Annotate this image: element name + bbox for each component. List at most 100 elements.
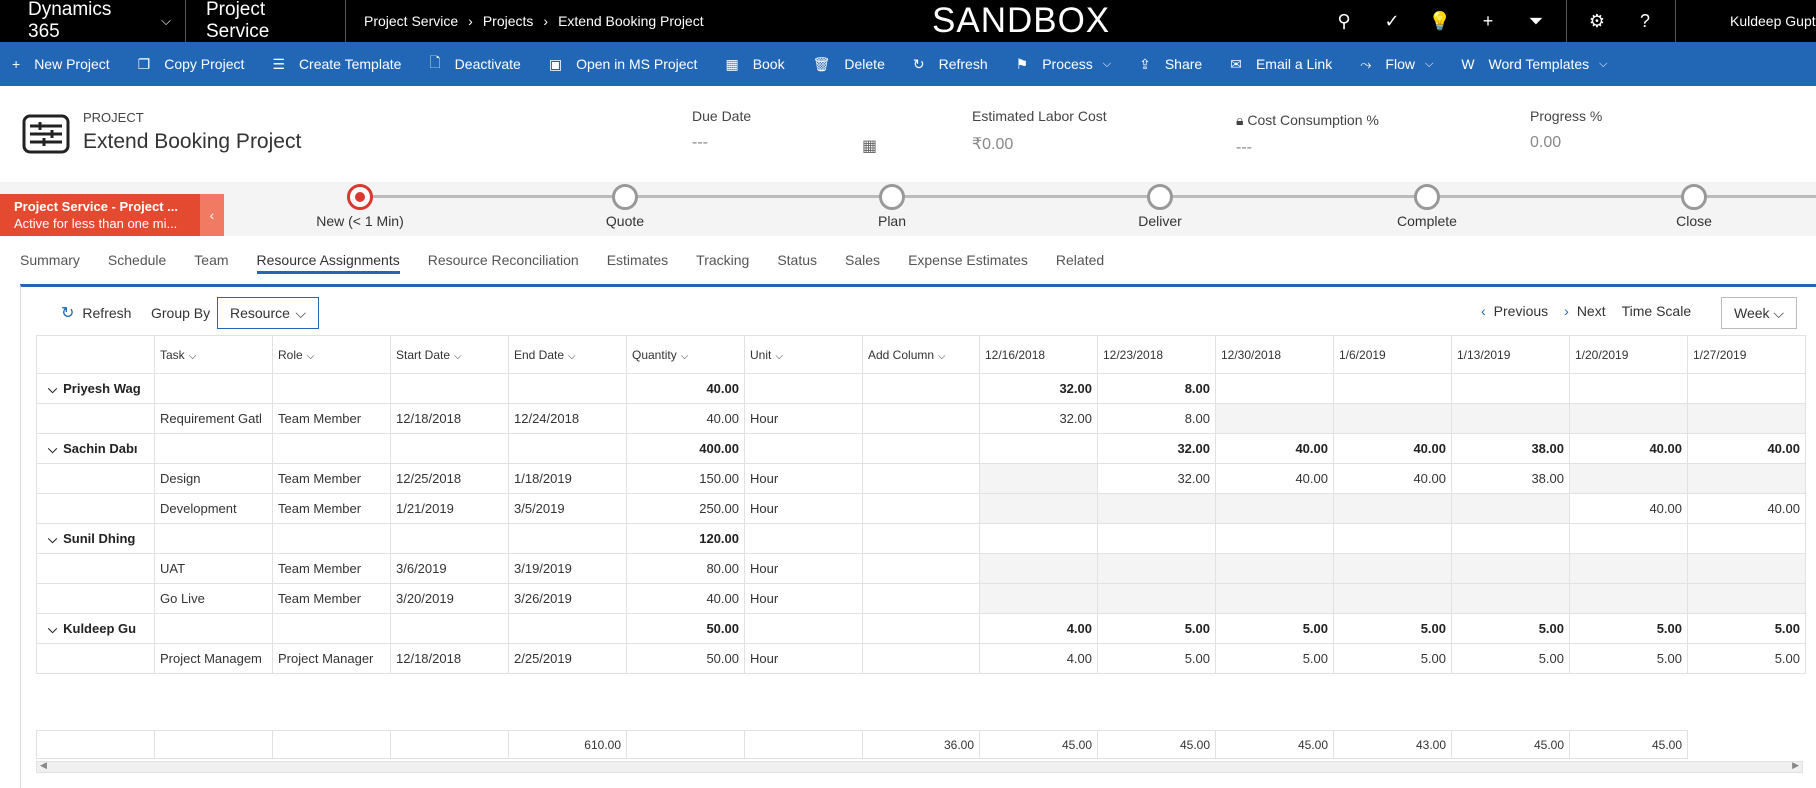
tab-schedule[interactable]: Schedule: [108, 244, 166, 276]
chevron-left-icon[interactable]: ‹: [200, 194, 224, 236]
task-row[interactable]: UAT Team Member 3/6/2019 3/19/2019 80.00 Hour: [36, 553, 1806, 584]
gear-icon[interactable]: ⚙: [1573, 11, 1621, 32]
chevron-down-icon[interactable]: ⌵: [48, 532, 57, 547]
unit-cell[interactable]: Hour: [744, 403, 863, 434]
tab-tracking[interactable]: Tracking: [696, 244, 749, 276]
end-date-cell[interactable]: 12/24/2018: [508, 403, 627, 434]
tab-team[interactable]: Team: [194, 244, 228, 276]
quantity-column-header[interactable]: Quantity ⌵: [626, 335, 745, 374]
resource-name-cell[interactable]: ⌵ Priyesh Wag: [36, 373, 155, 404]
week-hours-cell[interactable]: 40.00: [1569, 493, 1688, 524]
unit-column-header[interactable]: Unit ⌵: [744, 335, 863, 374]
stage-close[interactable]: Close: [1624, 182, 1764, 229]
week-hours-cell[interactable]: [1333, 403, 1452, 434]
task-cell[interactable]: Requirement Gatl: [154, 403, 273, 434]
end-date-cell[interactable]: 3/5/2019: [508, 493, 627, 524]
resource-name-cell[interactable]: ⌵ Sunil Dhing: [36, 523, 155, 554]
week-hours-cell[interactable]: [1215, 403, 1334, 434]
chevron-down-icon[interactable]: ⌵: [48, 382, 57, 397]
quantity-cell[interactable]: 250.00: [626, 493, 745, 524]
process-flyout[interactable]: Project Service - Project ... Active for…: [0, 194, 200, 236]
task-cell[interactable]: UAT: [154, 553, 273, 584]
task-cell[interactable]: Project Managem: [154, 643, 273, 674]
start-date-cell[interactable]: 12/25/2018: [390, 463, 509, 494]
scroll-left-icon[interactable]: ◀: [40, 760, 47, 771]
week-hours-cell[interactable]: 5.00: [1215, 643, 1334, 674]
process-button[interactable]: ⚑ Process ⌵: [1016, 56, 1111, 73]
week-hours-cell[interactable]: [979, 463, 1098, 494]
start-date-cell[interactable]: 3/6/2019: [390, 553, 509, 584]
calendar-icon[interactable]: ▦: [862, 136, 877, 156]
open-in-ms-project-button[interactable]: ▣ Open in MS Project: [549, 56, 698, 73]
task-row[interactable]: Project Managem Project Manager 12/18/2018…: [36, 643, 1806, 674]
week-hours-cell[interactable]: [979, 493, 1098, 524]
scroll-right-icon[interactable]: ▶: [1792, 760, 1799, 771]
role-cell[interactable]: Team Member: [272, 403, 391, 434]
add-column-header[interactable]: Add Column ⌵: [862, 335, 980, 374]
new-project-button[interactable]: + New Project: [12, 56, 110, 72]
task-cell[interactable]: Design: [154, 463, 273, 494]
role-cell[interactable]: Team Member: [272, 583, 391, 614]
lightbulb-icon[interactable]: 💡: [1416, 11, 1464, 32]
week-hours-cell[interactable]: [1451, 493, 1570, 524]
share-button[interactable]: ⇪ Share: [1139, 56, 1202, 73]
delete-button[interactable]: 🗑 Delete: [813, 56, 885, 73]
week-hours-cell[interactable]: [1333, 553, 1452, 584]
breadcrumb-item[interactable]: Projects: [483, 13, 534, 29]
stage-complete[interactable]: Complete: [1357, 182, 1497, 229]
due-date-field[interactable]: Due Date --- ▦: [692, 108, 882, 155]
quantity-cell[interactable]: 40.00: [626, 583, 745, 614]
week-hours-cell[interactable]: [979, 583, 1098, 614]
week-hours-cell[interactable]: 32.00: [1097, 463, 1216, 494]
week-hours-cell[interactable]: [1097, 553, 1216, 584]
word-templates-button[interactable]: W Word Templates ⌵: [1461, 56, 1607, 72]
task-row[interactable]: Design Team Member 12/25/2018 1/18/2019 150.…: [36, 463, 1806, 494]
role-cell[interactable]: Team Member: [272, 493, 391, 524]
tab-estimates[interactable]: Estimates: [607, 244, 668, 276]
week-hours-cell[interactable]: [1687, 403, 1806, 434]
week-hours-cell[interactable]: [1687, 463, 1806, 494]
tab-related[interactable]: Related: [1056, 244, 1104, 276]
task-check-icon[interactable]: ✓: [1368, 11, 1416, 32]
week-hours-cell[interactable]: [1451, 553, 1570, 584]
quantity-cell[interactable]: 150.00: [626, 463, 745, 494]
chevron-down-icon[interactable]: ⌵: [48, 442, 57, 457]
quantity-cell[interactable]: 40.00: [626, 403, 745, 434]
resource-group-row[interactable]: ⌵ Sachin Dabı 400.00 32.00 40.00 40.00 38.00 40…: [36, 433, 1806, 464]
week-hours-cell[interactable]: [1097, 583, 1216, 614]
grid-refresh-button[interactable]: ↻ Refresh: [61, 303, 131, 323]
unit-cell[interactable]: Hour: [744, 493, 863, 524]
unit-cell[interactable]: Hour: [744, 583, 863, 614]
end-date-cell[interactable]: 1/18/2019: [508, 463, 627, 494]
week-hours-cell[interactable]: 5.00: [1097, 643, 1216, 674]
role-cell[interactable]: Project Manager: [272, 643, 391, 674]
week-hours-cell[interactable]: 32.00: [979, 403, 1098, 434]
plus-icon[interactable]: +: [1464, 11, 1512, 32]
end-date-cell[interactable]: 3/26/2019: [508, 583, 627, 614]
week-hours-cell[interactable]: [1569, 403, 1688, 434]
week-hours-cell[interactable]: 5.00: [1333, 643, 1452, 674]
app-name[interactable]: Project Service: [186, 0, 346, 42]
week-hours-cell[interactable]: [1451, 403, 1570, 434]
week-hours-cell[interactable]: [1215, 493, 1334, 524]
user-name[interactable]: Kuldeep Gupt: [1730, 0, 1816, 42]
email-link-button[interactable]: ✉ Email a Link: [1230, 56, 1332, 73]
week-hours-cell[interactable]: 4.00: [979, 643, 1098, 674]
unit-cell[interactable]: Hour: [744, 643, 863, 674]
tab-status[interactable]: Status: [777, 244, 817, 276]
group-by-select[interactable]: Resource ⌵: [217, 297, 319, 329]
end-date-cell[interactable]: 2/25/2019: [508, 643, 627, 674]
quantity-cell[interactable]: 50.00: [626, 643, 745, 674]
refresh-button[interactable]: ↻ Refresh: [913, 56, 988, 73]
flow-button[interactable]: ⤳ Flow ⌵: [1360, 56, 1433, 73]
resource-name-cell[interactable]: ⌵ Sachin Dabı: [36, 433, 155, 464]
create-template-button[interactable]: ☰ Create Template: [272, 56, 401, 73]
start-date-cell[interactable]: 3/20/2019: [390, 583, 509, 614]
time-scale-select[interactable]: Week ⌵: [1721, 297, 1797, 329]
week-hours-cell[interactable]: 5.00: [1451, 643, 1570, 674]
resource-name-cell[interactable]: ⌵ Kuldeep Gu: [36, 613, 155, 644]
week-hours-cell[interactable]: [1451, 583, 1570, 614]
tab-summary[interactable]: Summary: [20, 244, 80, 276]
stage-new[interactable]: New (< 1 Min): [290, 182, 430, 229]
week-hours-cell[interactable]: 40.00: [1215, 463, 1334, 494]
